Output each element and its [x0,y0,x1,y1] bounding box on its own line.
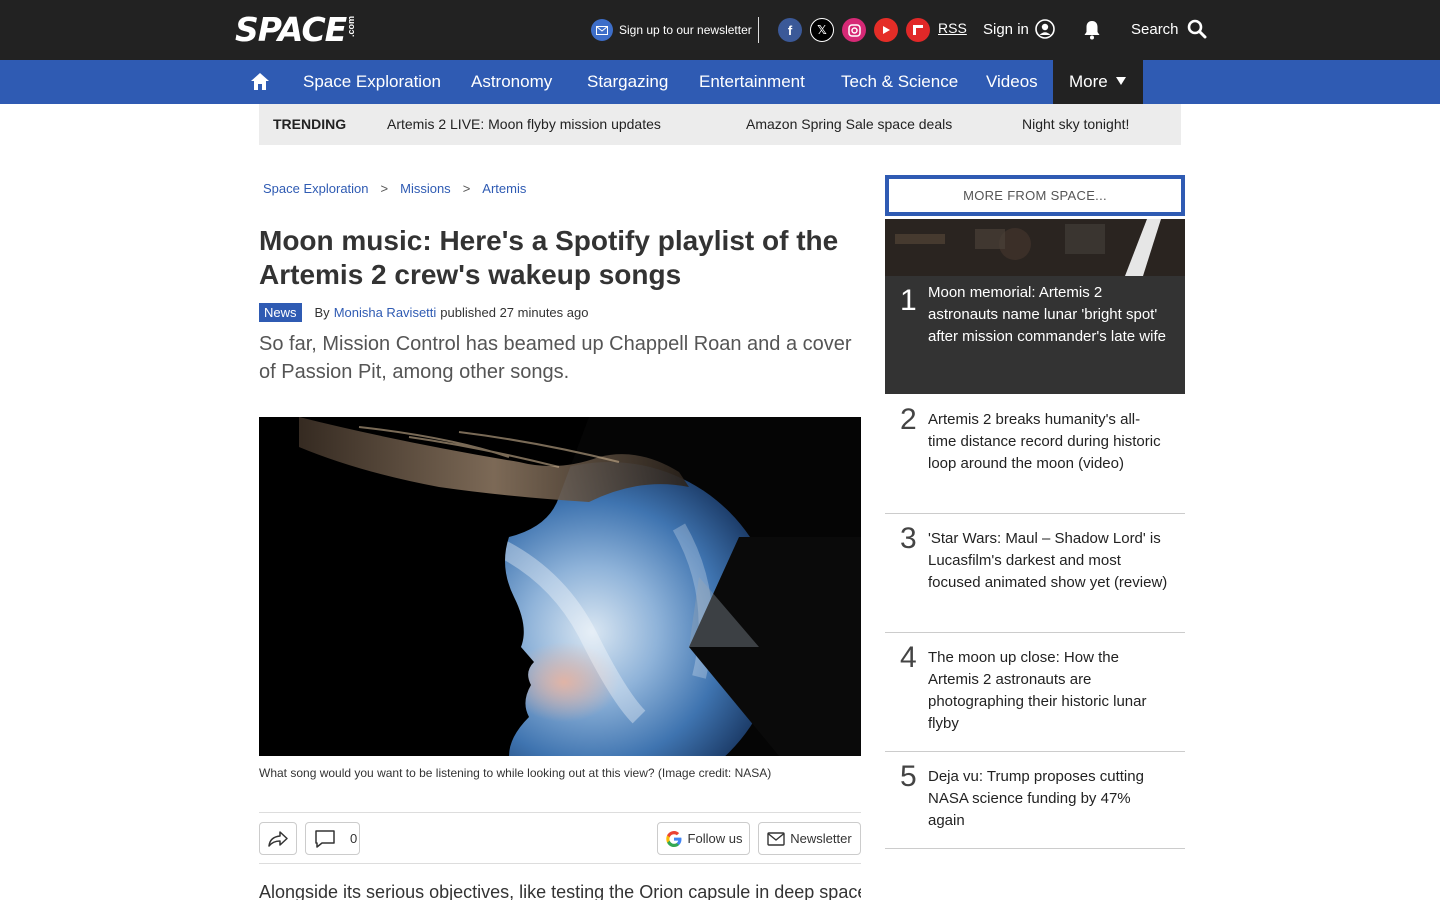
mail-icon [767,831,785,846]
breadcrumb-link[interactable]: Space Exploration [263,181,369,196]
sidebar-rank: 4 [900,641,917,674]
search-icon [1187,19,1207,39]
user-icon [1035,19,1055,39]
breadcrumb-separator: > [462,181,471,196]
nav-stargazing[interactable]: Stargazing [587,60,668,104]
logo-suffix: .com [346,16,357,38]
sidebar-headline: Artemis 2 breaks humanity's all-time dis… [928,411,1161,472]
instagram-icon[interactable] [842,18,866,42]
comment-icon [314,829,336,849]
nav-videos[interactable]: Videos [986,60,1038,104]
sidebar-article[interactable]: 1 Moon memorial: Artemis 2 astronauts na… [885,276,1185,394]
sidebar-article[interactable]: 2 Artemis 2 breaks humanity's all-time d… [885,395,1185,514]
byline: News By Monisha Ravisetti published 27 m… [259,301,588,323]
article-standfirst: So far, Mission Control has beamed up Ch… [259,333,852,383]
sign-in-button[interactable]: Sign in [983,19,1055,39]
article-body: Alongside its serious objectives, like t… [259,882,861,900]
trending-link[interactable]: Artemis 2 LIVE: Moon flyby mission updat… [387,104,661,145]
sidebar-rank: 3 [900,522,917,555]
main-nav: Space Exploration Astronomy Stargazing E… [0,60,1440,104]
nav-more-label: More [1069,72,1108,91]
hero-image[interactable] [259,417,861,756]
sidebar-article[interactable]: 5 Deja vu: Trump proposes cutting NASA s… [885,752,1185,849]
follow-label: Follow us [687,831,743,846]
nav-tech-science[interactable]: Tech & Science [841,60,958,104]
article-tag[interactable]: News [259,302,302,322]
image-caption: What song would you want to be listening… [259,766,772,780]
article-title: Moon music: Here's a Spotify playlist of… [259,225,839,290]
caret-down-icon [1115,77,1126,85]
share-button[interactable] [259,822,297,855]
google-follow-button[interactable]: Follow us [657,822,750,855]
search-label: Search [1131,20,1179,38]
comments-button[interactable]: 0 [305,822,360,855]
newsletter-button[interactable]: Newsletter [758,822,861,855]
newsletter-signup-link[interactable]: Sign up to our newsletter [591,18,752,42]
site-logo[interactable]: SPACE .com [235,13,356,47]
rss-link[interactable]: RSS [938,20,967,36]
mail-icon [591,19,613,41]
x-twitter-icon[interactable]: 𝕏 [810,18,834,42]
nav-entertainment[interactable]: Entertainment [699,60,805,104]
published-time: published 27 minutes ago [440,304,589,320]
sidebar-article[interactable]: 4 The moon up close: How the Artemis 2 a… [885,633,1185,752]
header-divider [758,17,759,43]
logo-text: SPACE [235,10,347,49]
newsletter-label: Sign up to our newsletter [619,23,752,37]
newsletter-button-label: Newsletter [790,831,852,846]
sidebar-headline: The moon up close: How the Artemis 2 ast… [928,649,1147,732]
more-from-heading: MORE FROM SPACE... [885,175,1185,216]
byline-prefix: By [314,304,330,320]
google-icon [665,830,683,848]
top-bar: SPACE .com Sign up to our newsletter f 𝕏… [0,0,1440,60]
facebook-icon[interactable]: f [778,18,802,42]
breadcrumb-link[interactable]: Artemis [482,181,526,196]
search-button[interactable]: Search [1131,19,1207,39]
sign-in-label: Sign in [983,20,1029,38]
sidebar-headline: Deja vu: Trump proposes cutting NASA sci… [928,768,1144,829]
home-icon[interactable] [250,72,270,96]
sidebar-article[interactable]: 3 'Star Wars: Maul – Shadow Lord' is Luc… [885,514,1185,633]
bell-icon[interactable] [1083,20,1101,45]
trending-link[interactable]: Night sky tonight! [1022,104,1129,145]
trending-link[interactable]: Amazon Spring Sale space deals [746,104,952,145]
sidebar-rank: 5 [900,760,917,793]
nav-more-button[interactable]: More [1053,60,1143,104]
sidebar-headline: Moon memorial: Artemis 2 astronauts name… [928,284,1166,345]
trending-label: TRENDING [273,116,347,132]
author-link[interactable]: Monisha Ravisetti [334,305,437,320]
article-tools: 0 Follow us Newsletter [259,812,861,864]
breadcrumb-link[interactable]: Missions [400,181,451,196]
breadcrumb-separator: > [380,181,389,196]
share-icon [267,830,289,848]
breadcrumb: Space Exploration > Missions > Artemis [263,181,526,196]
trending-bar: TRENDING Artemis 2 LIVE: Moon flyby miss… [259,104,1181,145]
nav-astronomy[interactable]: Astronomy [471,60,552,104]
sidebar-rank: 2 [900,403,917,436]
nav-space-exploration[interactable]: Space Exploration [303,60,441,104]
flipboard-icon[interactable] [906,18,930,42]
comment-count: 0 [350,831,358,846]
sidebar-headline: 'Star Wars: Maul – Shadow Lord' is Lucas… [928,530,1168,591]
youtube-icon[interactable] [874,18,898,42]
sidebar-rank: 1 [900,284,917,317]
